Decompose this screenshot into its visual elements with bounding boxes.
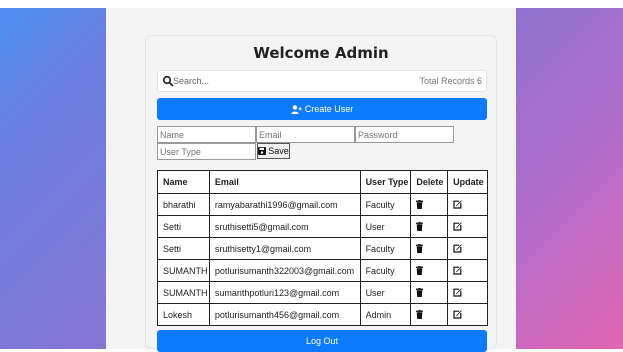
update-button[interactable] [447, 281, 488, 304]
trash-icon [416, 310, 424, 319]
table-row: SUMANTH sumanthpotluri123@gmail.com User [157, 281, 488, 304]
email-field[interactable] [256, 126, 355, 143]
table-row: Setti sruthisetty1@gmail.com Faculty [157, 237, 488, 260]
update-button[interactable] [447, 193, 488, 216]
cell-email: sruthisetty1@gmail.com [208, 237, 361, 260]
edit-icon [453, 200, 462, 209]
cell-user-type: User [359, 281, 412, 304]
update-button[interactable] [447, 237, 488, 260]
table-row: Setti sruthisetti5@gmail.com User [157, 215, 488, 238]
total-records-count: Total Records 6 [419, 76, 482, 86]
edit-icon [453, 266, 462, 275]
update-button[interactable] [447, 303, 488, 326]
save-label: Save [268, 146, 289, 156]
cell-name: Lokesh [157, 303, 210, 326]
table-row: Lokesh potlurisumanth456@gmail.com Admin [157, 303, 488, 326]
floppy-disk-icon [258, 147, 267, 155]
edit-icon [453, 288, 462, 297]
search-bar[interactable]: Total Records 6 [157, 70, 487, 92]
cell-user-type: User [359, 215, 412, 238]
update-button[interactable] [447, 259, 488, 282]
trash-icon [416, 222, 424, 231]
update-button[interactable] [447, 215, 488, 238]
table-row: bharathi ramyabarathi1996@gmail.com Facult… [157, 193, 488, 216]
cell-name: SUMANTH [157, 259, 210, 282]
trash-icon [416, 288, 424, 297]
user-plus-icon [291, 104, 302, 114]
cell-email: sruthisetti5@gmail.com [208, 215, 361, 238]
edit-icon [453, 310, 462, 319]
cell-name: Setti [157, 237, 210, 260]
save-button[interactable]: Save [257, 143, 290, 159]
delete-button[interactable] [410, 303, 449, 326]
delete-button[interactable] [410, 215, 449, 238]
column-header-delete: Delete [410, 170, 449, 194]
cell-user-type: Faculty [359, 259, 412, 282]
table-header-row: Name Email User Type Delete Update [157, 170, 488, 194]
cell-user-type: Admin [359, 303, 412, 326]
user-type-field[interactable] [157, 143, 256, 160]
delete-button[interactable] [410, 193, 449, 216]
cell-user-type: Faculty [359, 237, 412, 260]
cell-name: bharathi [157, 193, 210, 216]
delete-button[interactable] [410, 281, 449, 304]
create-user-button[interactable]: Create User [157, 98, 487, 120]
page-title: Welcome Admin [253, 44, 389, 62]
cell-email: potlurisumanth322003@gmail.com [208, 259, 361, 282]
edit-icon [453, 244, 462, 253]
table-row: SUMANTH potlurisumanth322003@gmail.com Fac… [157, 259, 488, 282]
cell-email: ramyabarathi1996@gmail.com [208, 193, 361, 216]
column-header-email: Email [208, 170, 361, 194]
users-table: Name Email User Type Delete Update bhara… [157, 170, 488, 326]
password-field[interactable] [355, 126, 454, 143]
trash-icon [416, 200, 424, 209]
column-header-update: Update [447, 170, 488, 194]
cell-name: Setti [157, 215, 210, 238]
search-input[interactable] [173, 73, 373, 89]
top-strip [0, 0, 623, 8]
trash-icon [416, 266, 424, 275]
cell-email: potlurisumanth456@gmail.com [208, 303, 361, 326]
create-user-label: Create User [304, 104, 354, 114]
cell-name: SUMANTH [157, 281, 210, 304]
cell-email: sumanthpotluri123@gmail.com [208, 281, 361, 304]
edit-icon [453, 222, 462, 231]
trash-icon [416, 244, 424, 253]
column-header-user-type: User Type [359, 170, 412, 194]
delete-button[interactable] [410, 259, 449, 282]
column-header-name: Name [157, 170, 210, 194]
name-field[interactable] [157, 126, 256, 143]
cell-user-type: Faculty [359, 193, 412, 216]
delete-button[interactable] [410, 237, 449, 260]
